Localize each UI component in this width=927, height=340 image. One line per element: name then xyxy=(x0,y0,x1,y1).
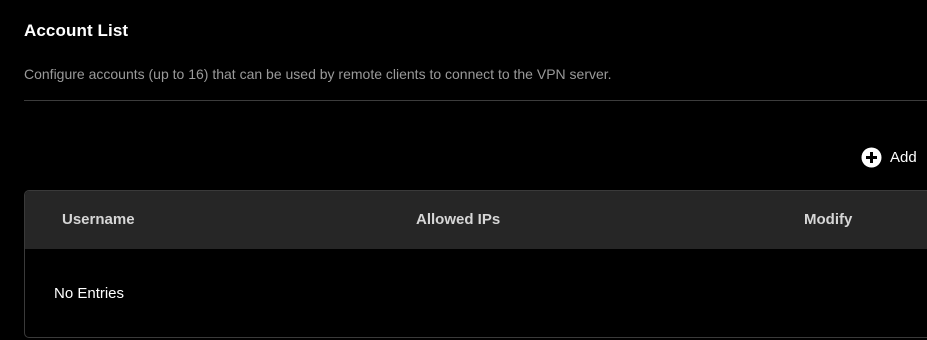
add-account-button[interactable]: Add xyxy=(861,146,917,168)
account-table: Username Allowed IPs Modify No Entries xyxy=(24,190,927,338)
section-title: Account List xyxy=(24,21,129,40)
table-row-empty: No Entries xyxy=(25,249,927,337)
section-description: Configure accounts (up to 16) that can b… xyxy=(24,66,612,82)
column-header-allowed-ips[interactable]: Allowed IPs xyxy=(416,191,500,249)
empty-table-message: No Entries xyxy=(54,285,125,302)
column-header-username[interactable]: Username xyxy=(62,191,135,249)
column-header-modify: Modify xyxy=(804,211,853,228)
table-header: Username Allowed IPs Modify xyxy=(25,191,927,249)
section-divider xyxy=(24,100,927,101)
plus-circle-icon xyxy=(861,147,882,168)
vpn-account-list-panel: Account List Configure accounts (up to 1… xyxy=(0,0,927,340)
add-button-label: Add xyxy=(890,148,917,166)
